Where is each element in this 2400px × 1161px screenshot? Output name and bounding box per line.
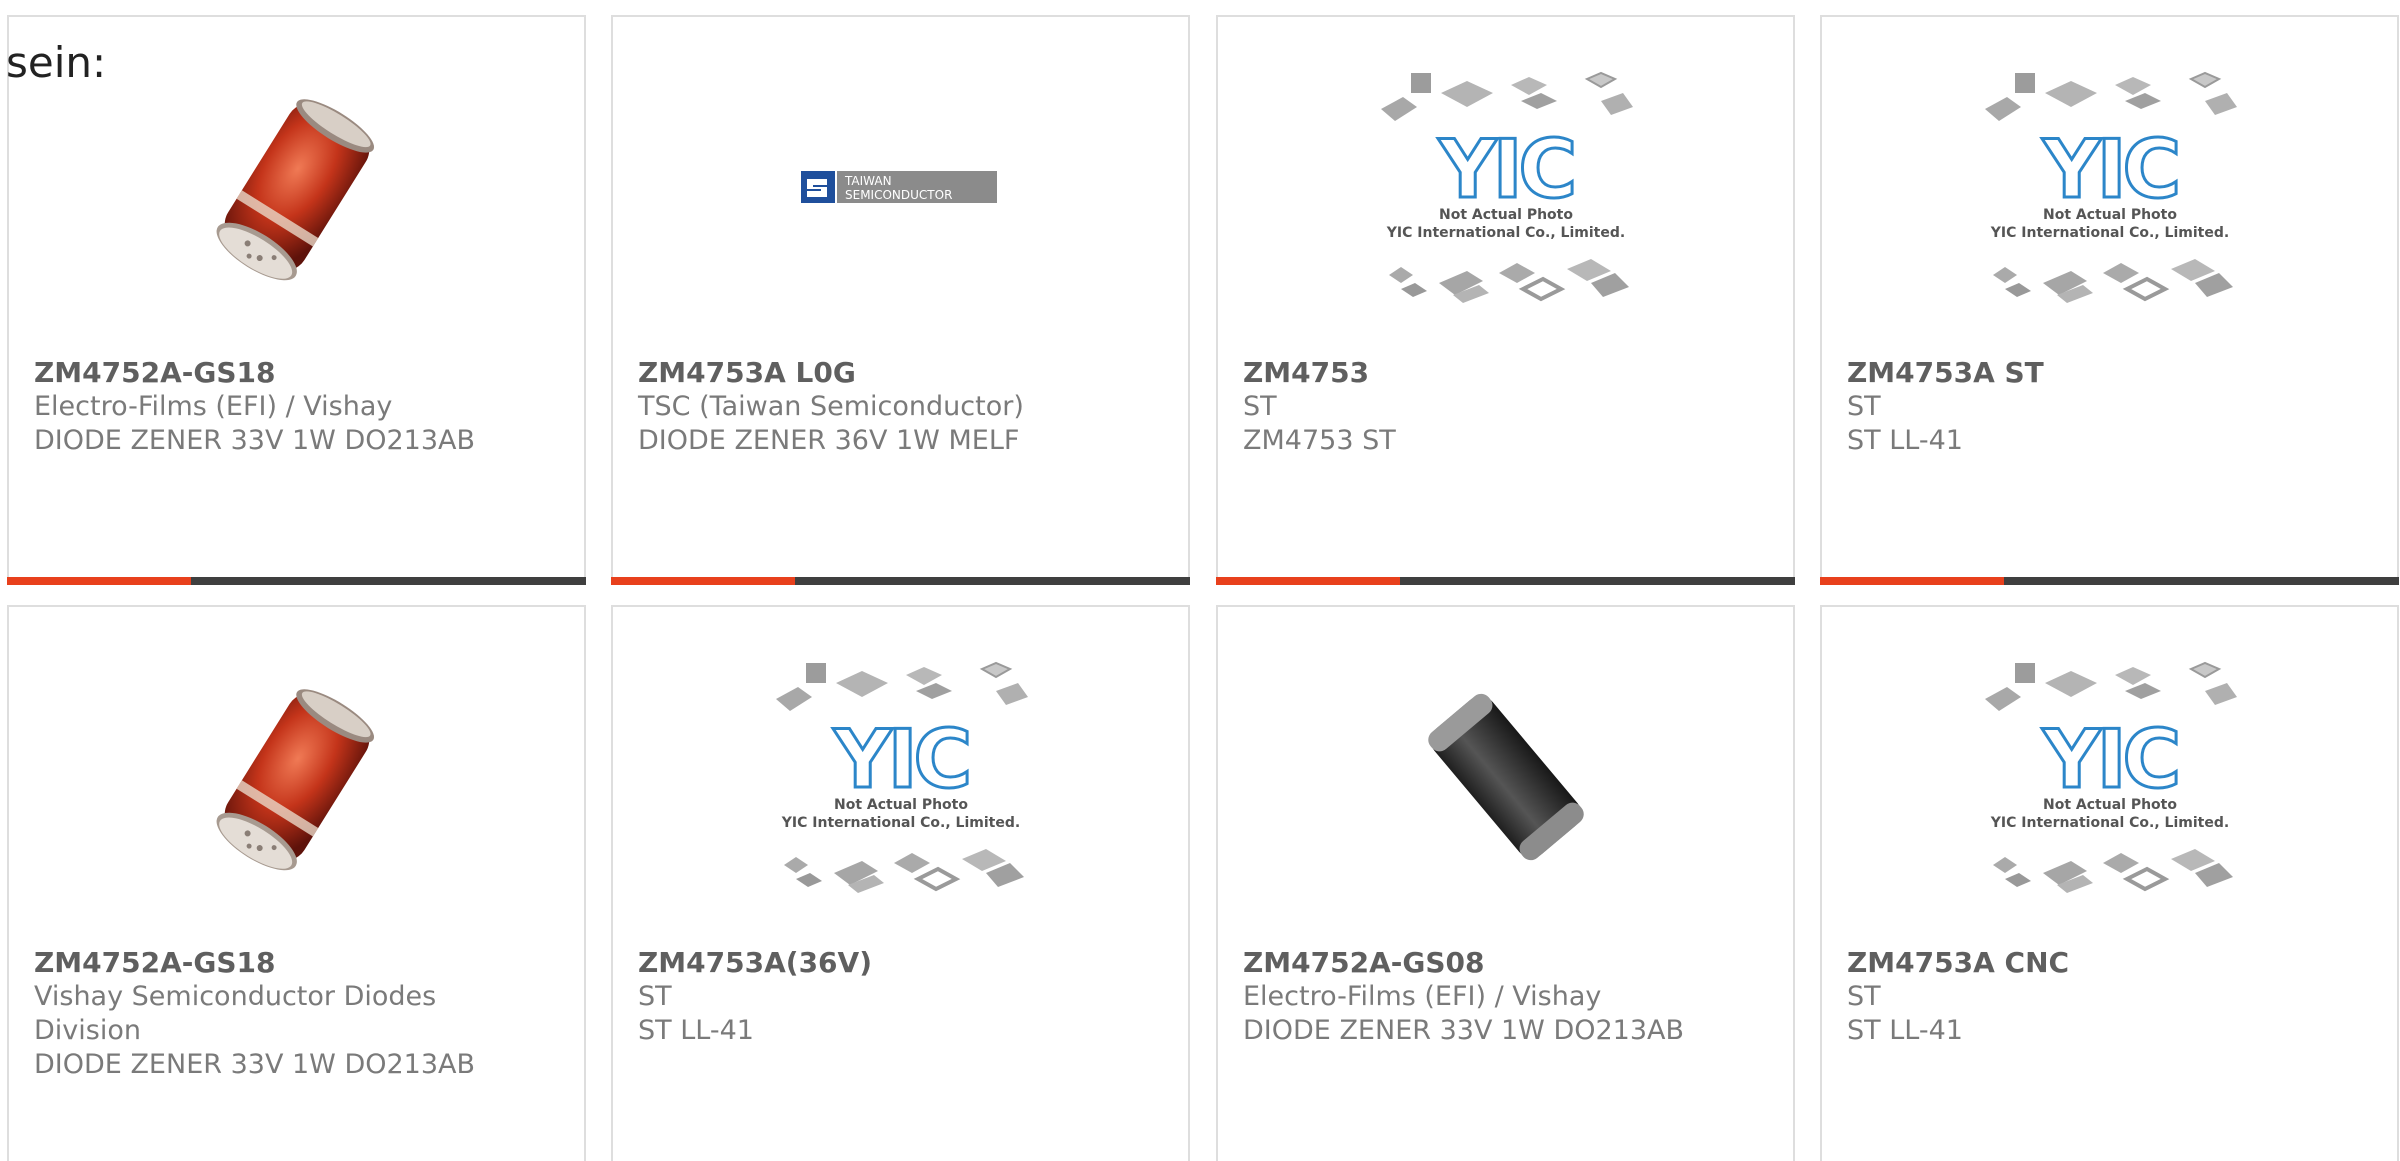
product-image[interactable] [1822,647,2397,907]
yic-placeholder-image [1974,657,2245,897]
manufacturer: ST [1847,981,1881,1012]
logo-line2: SEMICONDUCTOR [845,188,952,202]
product-card[interactable]: ZM4753A ST ST ST LL-41 [1820,15,2399,585]
product-card[interactable]: ZM4753A CNC ST ST LL-41 [1820,605,2399,1161]
manufacturer: ST [638,981,672,1012]
part-number[interactable]: ZM4753A ST [1847,356,2387,390]
manufacturer: TSC (Taiwan Semiconductor) [638,391,1024,422]
description: ST LL-41 [1847,425,1963,456]
product-image[interactable] [1822,57,2397,317]
product-card[interactable]: ZM4752A-GS18 Vishay Semiconductor Diodes… [7,605,586,1161]
manufacturer: Vishay Semiconductor Diodes Division [34,981,437,1046]
description: ZM4753 ST [1243,425,1396,456]
description: ST LL-41 [638,1015,754,1046]
product-card[interactable]: ZM4753A(36V) ST ST LL-41 [611,605,1190,1161]
product-image[interactable] [9,647,584,907]
product-card[interactable]: ZM4753 ST ZM4753 ST [1216,15,1795,585]
part-number[interactable]: ZM4752A-GS18 [34,356,574,390]
card-underline [1820,577,2399,585]
product-image[interactable] [1218,647,1793,907]
card-underline [611,577,1190,585]
product-card[interactable]: ZM4752A-GS18 Electro-Films (EFI) / Visha… [7,15,586,585]
lead-text: sein: [6,38,107,87]
taiwan-semiconductor-logo: TAIWAN SEMICONDUCTOR [800,169,1001,205]
yic-placeholder-image [765,657,1036,897]
product-image[interactable] [1218,57,1793,317]
card-underline [7,577,586,585]
part-number[interactable]: ZM4753A(36V) [638,946,1178,980]
manufacturer: Electro-Films (EFI) / Vishay [34,391,393,422]
red-diode-photo [196,87,397,287]
part-number[interactable]: ZM4753 [1243,356,1783,390]
description: DIODE ZENER 33V 1W DO213AB [1243,1015,1685,1046]
manufacturer: ST [1243,391,1277,422]
description: DIODE ZENER 33V 1W DO213AB [34,1049,476,1080]
part-number[interactable]: ZM4753A CNC [1847,946,2387,980]
product-card[interactable]: TAIWAN SEMICONDUCTOR ZM4753A L0G TSC (Ta… [611,15,1190,585]
black-diode-photo [1405,677,1606,877]
part-number[interactable]: ZM4752A-GS18 [34,946,574,980]
red-diode-photo [196,677,397,877]
product-image[interactable]: TAIWAN SEMICONDUCTOR [613,57,1188,317]
part-number[interactable]: ZM4752A-GS08 [1243,946,1783,980]
logo-line1: TAIWAN [844,174,892,188]
yic-placeholder-image [1974,67,2245,307]
description: ST LL-41 [1847,1015,1963,1046]
product-image[interactable] [9,57,584,317]
manufacturer: Electro-Films (EFI) / Vishay [1243,981,1602,1012]
description: DIODE ZENER 36V 1W MELF [638,425,1020,456]
manufacturer: ST [1847,391,1881,422]
description: DIODE ZENER 33V 1W DO213AB [34,425,476,456]
card-underline [1216,577,1795,585]
product-card[interactable]: ZM4752A-GS08 Electro-Films (EFI) / Visha… [1216,605,1795,1161]
product-image[interactable] [613,647,1188,907]
yic-placeholder-image [1370,67,1641,307]
part-number[interactable]: ZM4753A L0G [638,356,1178,390]
